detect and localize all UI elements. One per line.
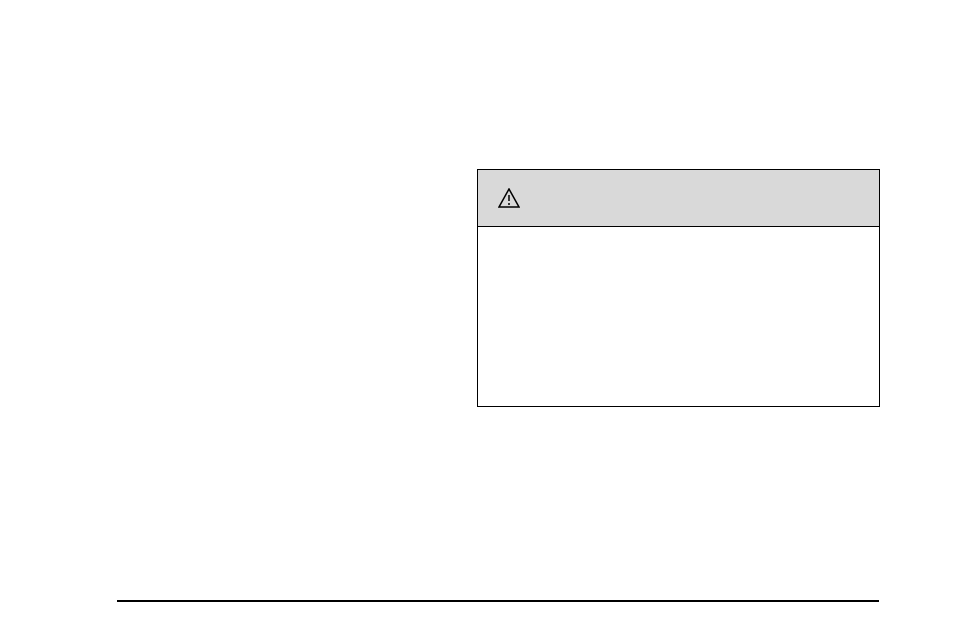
warning-triangle-icon xyxy=(498,188,520,208)
callout-box xyxy=(477,169,880,407)
callout-body xyxy=(478,227,879,406)
callout-header xyxy=(478,170,879,227)
footer-rule xyxy=(117,600,879,602)
